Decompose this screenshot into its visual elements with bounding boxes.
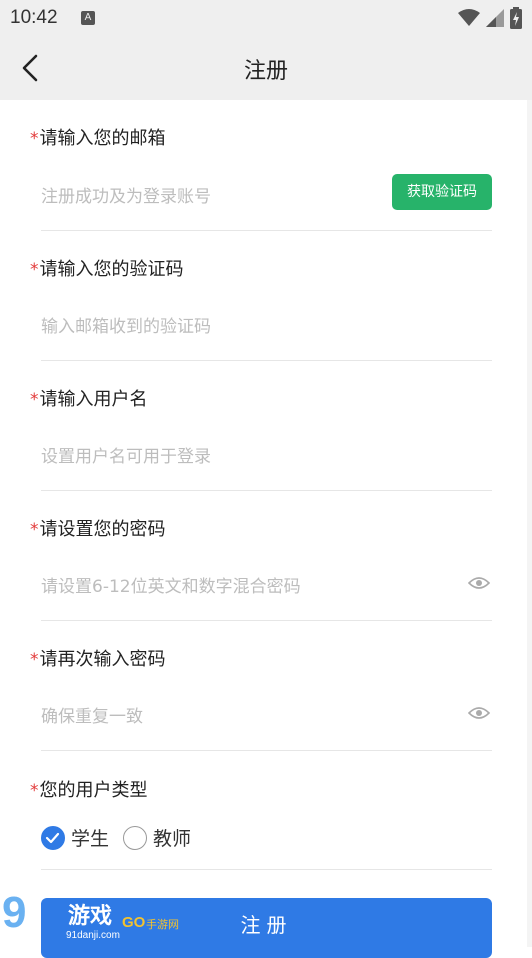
email-label-text: 请输入您的邮箱 xyxy=(39,128,166,149)
radio-teacher[interactable] xyxy=(123,825,148,850)
required-mark: * xyxy=(30,260,39,280)
cellular-signal-icon xyxy=(486,9,504,27)
nav-bar: 注册 xyxy=(0,36,532,100)
divider xyxy=(41,230,492,231)
required-mark: * xyxy=(30,390,39,410)
password-label: *请设置您的密码 xyxy=(30,515,166,541)
divider xyxy=(41,360,492,361)
required-mark: * xyxy=(30,129,39,149)
user-type-label: *您的用户类型 xyxy=(30,776,148,802)
required-mark: * xyxy=(30,650,39,670)
scrollbar[interactable] xyxy=(527,100,532,947)
get-code-button[interactable]: 获取验证码 xyxy=(392,174,492,210)
notification-icon: A xyxy=(81,11,95,25)
eye-icon[interactable] xyxy=(468,706,490,720)
divider xyxy=(41,490,492,491)
email-label: *请输入您的邮箱 xyxy=(30,124,166,150)
username-input[interactable]: 设置用户名可用于登录 xyxy=(41,442,211,467)
required-mark: * xyxy=(30,520,39,540)
password-input[interactable]: 请设置6-12位英文和数字混合密码 xyxy=(41,572,301,597)
radio-teacher-label[interactable]: 教师 xyxy=(153,824,191,851)
divider xyxy=(41,620,492,621)
username-label: *请输入用户名 xyxy=(30,385,148,411)
status-bar: 10:42 A xyxy=(0,0,532,36)
confirm-password-label: *请再次输入密码 xyxy=(30,645,166,671)
password-label-text: 请设置您的密码 xyxy=(39,519,166,540)
watermark-number: 9 xyxy=(2,888,27,937)
eye-icon[interactable] xyxy=(468,576,490,590)
watermark-site: 91danji.com xyxy=(66,930,120,941)
radio-student[interactable] xyxy=(41,825,65,850)
watermark-tag: 手游网 xyxy=(146,918,179,931)
user-type-label-text: 您的用户类型 xyxy=(39,780,148,801)
code-input[interactable]: 输入邮箱收到的验证码 xyxy=(41,312,211,337)
check-icon xyxy=(45,832,60,843)
wifi-icon xyxy=(458,9,480,26)
confirm-password-input[interactable]: 确保重复一致 xyxy=(41,702,143,727)
system-icons xyxy=(458,7,522,29)
divider xyxy=(41,869,492,870)
watermark-logo: 9 游戏 GO 手游网 91danji.com xyxy=(0,888,190,947)
watermark-go: GO xyxy=(122,914,146,931)
user-type-options: 学生 教师 xyxy=(41,824,205,851)
watermark-brand: 游戏 xyxy=(68,904,113,929)
required-mark: * xyxy=(30,781,39,801)
battery-charging-icon xyxy=(510,7,522,29)
divider xyxy=(41,750,492,751)
page-title: 注册 xyxy=(243,59,288,84)
status-time: 10:42 xyxy=(10,7,58,28)
code-label: *请输入您的验证码 xyxy=(30,255,184,281)
email-input[interactable]: 注册成功及为登录账号 xyxy=(41,182,211,207)
radio-student-label[interactable]: 学生 xyxy=(71,824,109,851)
code-label-text: 请输入您的验证码 xyxy=(39,259,184,280)
username-label-text: 请输入用户名 xyxy=(39,389,148,410)
confirm-password-label-text: 请再次输入密码 xyxy=(39,649,166,670)
